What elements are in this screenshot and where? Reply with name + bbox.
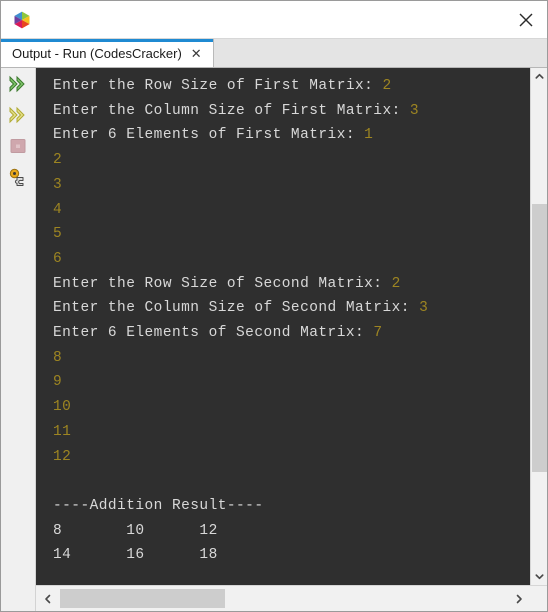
console-input-text: 8 — [53, 349, 63, 366]
console-line: 4 — [36, 198, 530, 223]
console-line: ----Addition Result---- — [36, 494, 530, 519]
vertical-scroll-thumb[interactable] — [532, 203, 547, 472]
scroll-down-icon[interactable] — [531, 568, 547, 585]
horizontal-scroll-track[interactable] — [60, 586, 507, 611]
console-input-text: 3 — [53, 176, 63, 193]
scroll-left-icon[interactable] — [36, 586, 60, 611]
console-input-text: 3 — [409, 102, 420, 119]
output-window: Output - Run (CodesCracker) ✕ Enter the … — [0, 0, 548, 612]
stop-button[interactable] — [5, 134, 31, 158]
console-input-text: 3 — [419, 300, 429, 317]
console-input-text: 2 — [382, 78, 392, 94]
console-line: 8 — [36, 346, 530, 371]
console-line: Enter the Column Size of Second Matrix: … — [36, 296, 530, 321]
vertical-scrollbar[interactable] — [530, 68, 547, 585]
console-output-text: Enter the Column Size of First Matrix: — [53, 102, 410, 119]
console-line: 3 — [36, 173, 530, 198]
console-line: 12 — [36, 445, 530, 470]
console-input-text: 5 — [53, 226, 63, 243]
console-input-text: 2 — [391, 275, 401, 292]
rerun-with-different-parameters-button[interactable] — [5, 103, 31, 127]
tab-close-icon[interactable]: ✕ — [189, 46, 204, 61]
console-output-text: Enter 6 Elements of First Matrix: — [53, 127, 365, 144]
console-line: Enter 6 Elements of Second Matrix: 7 — [36, 321, 530, 346]
console-line: 10 — [36, 395, 530, 420]
console-line: 8 10 12 — [36, 519, 530, 544]
horizontal-scrollbar[interactable] — [36, 585, 547, 611]
console-output-text: ----Addition Result---- — [53, 497, 264, 514]
console-output-text: 8 10 12 — [53, 522, 218, 539]
console-input-text: 6 — [53, 250, 63, 267]
console-line: Enter 6 Elements of First Matrix: 1 — [36, 123, 530, 148]
console-input-text: 1 — [364, 127, 374, 144]
title-bar — [1, 1, 547, 39]
console-input-text: 9 — [53, 374, 63, 391]
horizontal-scroll-thumb[interactable] — [60, 589, 226, 608]
console-line: 5 — [36, 222, 530, 247]
console-input-text: 7 — [373, 325, 383, 342]
settings-button[interactable] — [5, 165, 31, 189]
rerun-button[interactable] — [5, 72, 31, 96]
console-line: 6 — [36, 247, 530, 272]
console-line: Enter the Row Size of Second Matrix: 2 — [36, 272, 530, 297]
console-output-text: Enter the Column Size of Second Matrix: — [53, 300, 420, 317]
console-line: Enter the Row Size of First Matrix: 2 — [36, 74, 530, 99]
console-output-text: Enter the Row Size of Second Matrix: — [53, 275, 392, 292]
scrollbar-corner — [531, 586, 547, 611]
output-pane: Enter the Row Size of First Matrix: 2 Ent… — [36, 68, 547, 611]
console-input-text: 10 — [53, 399, 72, 416]
netbeans-cube-icon — [11, 9, 33, 31]
scroll-right-icon[interactable] — [507, 586, 531, 611]
output-side-toolbar — [1, 68, 36, 611]
console-input-text: 12 — [53, 448, 72, 465]
console-line: 9 — [36, 370, 530, 395]
console-input-text: 2 — [53, 152, 63, 169]
vertical-scroll-track[interactable] — [531, 85, 547, 568]
tab-strip: Output - Run (CodesCracker) ✕ — [1, 39, 547, 68]
console-line: 2 — [36, 148, 530, 173]
console-line: 14 16 18 — [36, 543, 530, 568]
console-output[interactable]: Enter the Row Size of First Matrix: 2 Ent… — [36, 68, 530, 585]
tab-strip-empty-area — [213, 39, 547, 67]
console-output-text: 14 16 18 — [53, 547, 218, 564]
console-line: 11 — [36, 420, 530, 445]
content-area: Enter the Row Size of First Matrix: 2 Ent… — [1, 68, 547, 611]
console-output-text: Enter the Row Size of First Matrix: — [53, 78, 383, 94]
console-line: Enter the Column Size of First Matrix: 3 — [36, 99, 530, 124]
output-row: Enter the Row Size of First Matrix: 2 Ent… — [36, 68, 547, 585]
console-output-text: Enter 6 Elements of Second Matrix: — [53, 325, 374, 342]
tab-label: Output - Run (CodesCracker) — [12, 45, 182, 61]
scroll-up-icon[interactable] — [531, 68, 547, 85]
close-icon[interactable] — [505, 2, 547, 38]
tab-output-run[interactable]: Output - Run (CodesCracker) ✕ — [1, 39, 214, 67]
console-input-text: 11 — [53, 423, 72, 440]
console-input-text: 4 — [53, 201, 63, 218]
